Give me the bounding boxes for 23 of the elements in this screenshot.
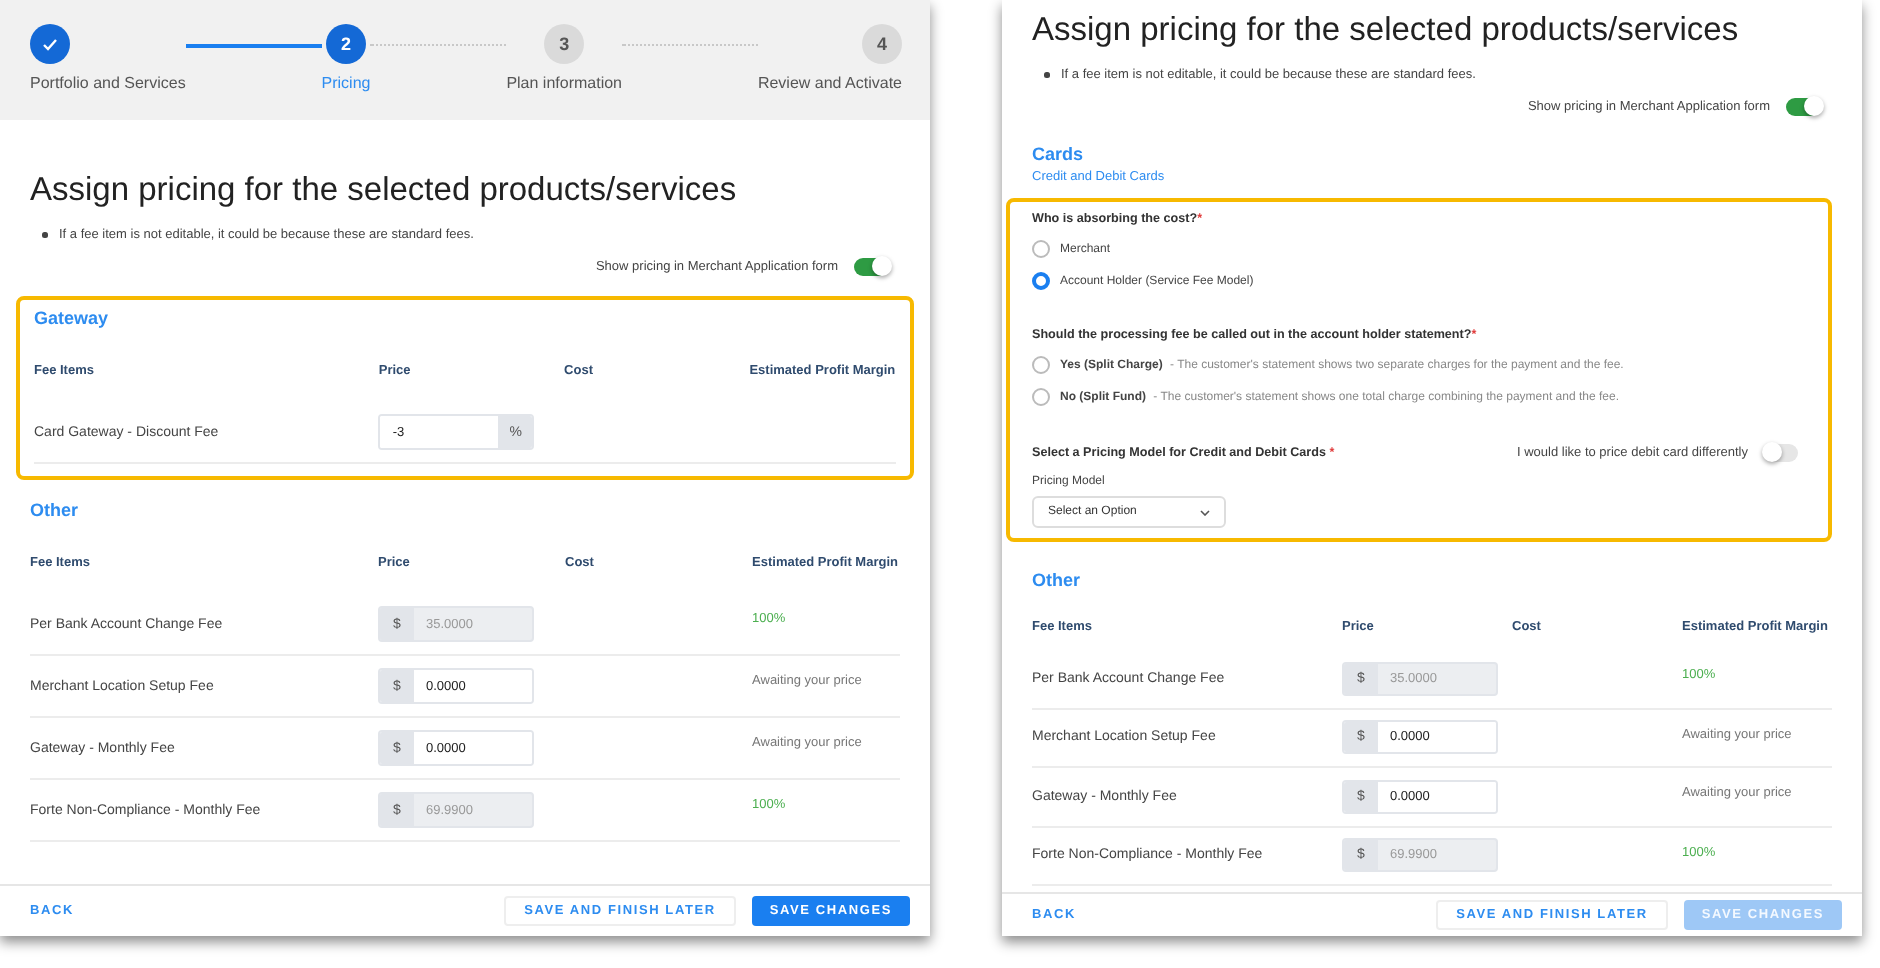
radio-button[interactable] — [1032, 356, 1050, 374]
page-title: Assign pricing for the selected products/services — [1032, 12, 1741, 50]
caret-icon — [1200, 509, 1210, 515]
section-title: Cards — [1032, 144, 1086, 164]
section-title: Other — [1032, 570, 1083, 590]
step-label[interactable]: Portfolio and Services — [30, 74, 186, 92]
step-circle: 3 — [544, 24, 585, 64]
radio-button[interactable] — [1032, 240, 1050, 258]
step-label[interactable]: Review and Activate — [757, 74, 902, 92]
step-label[interactable]: Plan information — [506, 74, 622, 92]
bullet-icon — [42, 232, 47, 238]
step-circle: 4 — [862, 24, 902, 64]
radio-button[interactable] — [1032, 272, 1050, 290]
page-title: Assign pricing for the selected products/services — [30, 172, 739, 210]
section-title: Other — [30, 500, 81, 520]
toggle-switch[interactable] — [1786, 98, 1820, 116]
toggle-switch[interactable] — [1764, 444, 1798, 462]
check-icon — [42, 37, 58, 51]
toggle-switch[interactable] — [854, 258, 888, 276]
section-title: Gateway — [34, 308, 111, 328]
radio-button[interactable] — [1032, 388, 1050, 406]
bullet-icon — [1044, 72, 1049, 78]
step-circle: 2 — [326, 24, 366, 64]
